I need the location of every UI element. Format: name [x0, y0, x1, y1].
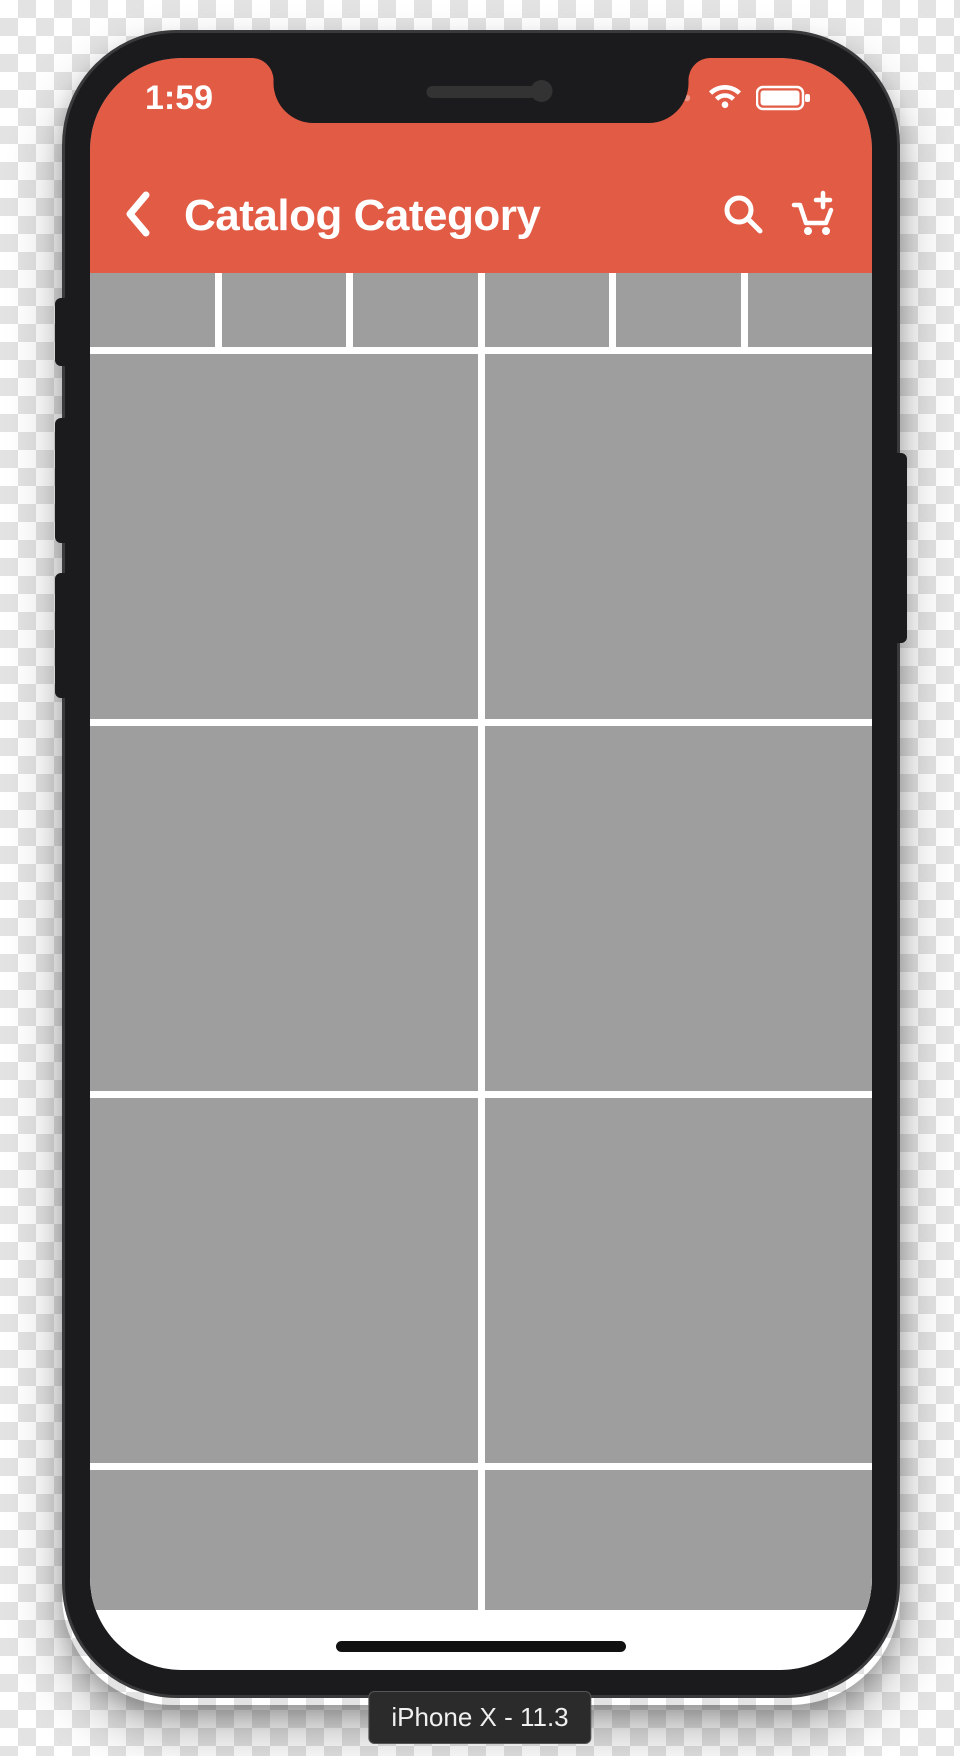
product-cell[interactable] [90, 1098, 478, 1463]
add-cart-icon [788, 189, 838, 244]
category-tab[interactable] [748, 273, 873, 347]
category-tab-row [90, 273, 872, 354]
notch [274, 58, 689, 123]
page-title: Catalog Category [184, 191, 540, 241]
category-tab[interactable] [353, 273, 478, 347]
search-button[interactable] [714, 187, 772, 245]
product-cell[interactable] [90, 354, 478, 719]
wifi-icon [706, 84, 744, 112]
product-cell[interactable] [485, 1470, 873, 1610]
volume-down-button [55, 573, 65, 698]
search-icon [721, 192, 765, 241]
category-tab[interactable] [616, 273, 741, 347]
phone-frame: 1:59 [62, 30, 900, 1698]
status-time: 1:59 [145, 79, 213, 118]
battery-icon [756, 85, 812, 111]
add-to-cart-button[interactable] [784, 187, 842, 245]
back-button[interactable] [108, 191, 166, 242]
side-button [897, 453, 907, 643]
speaker [426, 86, 536, 98]
mute-switch [55, 298, 65, 366]
category-tab[interactable] [485, 273, 610, 347]
product-cell[interactable] [485, 354, 873, 719]
category-tab[interactable] [222, 273, 347, 347]
front-camera [531, 80, 553, 102]
product-cell[interactable] [485, 726, 873, 1091]
product-cell[interactable] [90, 1470, 478, 1610]
chevron-left-icon [122, 191, 152, 242]
volume-up-button [55, 418, 65, 543]
content-area[interactable] [90, 273, 872, 1670]
category-tab[interactable] [90, 273, 215, 347]
product-cell[interactable] [90, 726, 478, 1091]
device-label: iPhone X - 11.3 [368, 1691, 591, 1744]
product-grid [90, 354, 872, 1610]
screen: 1:59 [90, 58, 872, 1670]
product-cell[interactable] [485, 1098, 873, 1463]
home-indicator[interactable] [336, 1641, 626, 1652]
